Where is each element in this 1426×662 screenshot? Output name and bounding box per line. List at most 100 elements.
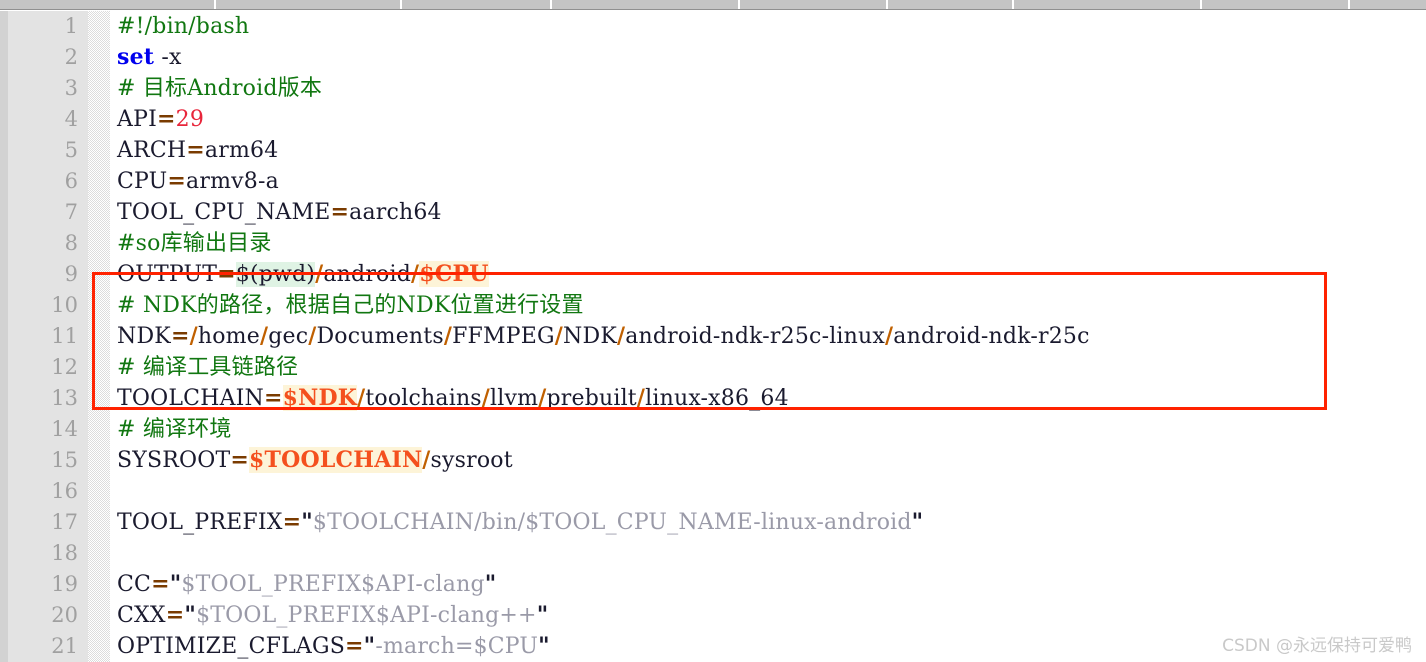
ruler-tick-5 [1012, 0, 1014, 9]
line-number: 13 [51, 386, 78, 410]
code-line-text[interactable]: # 编译环境 [117, 414, 232, 445]
token-id: android [323, 262, 412, 287]
line-number: 18 [51, 541, 78, 565]
code-line[interactable]: 21 OPTIMIZE_CFLAGS="-march=$CPU" [0, 631, 1426, 662]
line-number: 14 [51, 417, 78, 441]
code-line-text[interactable]: set -x [117, 42, 182, 73]
token-comment: # 编译工具链路径 [117, 355, 299, 380]
token-var: $CPU [419, 261, 489, 287]
token-quote: " [169, 571, 182, 597]
line-number: 12 [51, 355, 78, 379]
token-comment: # 编译环境 [117, 417, 232, 442]
token-eq: = [264, 385, 283, 411]
token-id: prebuilt [546, 386, 637, 411]
line-number: 19 [51, 572, 78, 596]
ruler-tick-3 [738, 0, 740, 9]
line-number: 17 [51, 510, 78, 534]
code-line[interactable]: 14 # 编译环境 [0, 414, 1426, 445]
ruler-tick-0 [214, 0, 216, 9]
token-str: $TOOL_PREFIX$API-clang [181, 572, 485, 597]
token-id: CXX [117, 603, 166, 628]
token-slash: / [616, 323, 626, 349]
token-eq: = [345, 633, 364, 659]
line-number: 3 [64, 76, 78, 100]
code-line[interactable]: 6 CPU=armv8-a [0, 166, 1426, 197]
token-eq: = [170, 323, 190, 349]
token-subshell: $(pwd) [235, 262, 316, 287]
code-line[interactable]: 10 # NDK的路径，根据自己的NDK位置进行设置 [0, 290, 1426, 321]
token-comment: #!/bin/bash [117, 14, 250, 39]
token-id: ARCH [117, 138, 187, 163]
token-id: API [117, 107, 157, 132]
code-line-text[interactable]: TOOL_PREFIX="$TOOLCHAIN/bin/$TOOL_CPU_NA… [117, 507, 923, 538]
code-line[interactable]: 2 set -x [0, 42, 1426, 73]
token-id: CPU [117, 169, 168, 194]
token-str: -march=$CPU [375, 634, 539, 659]
code-line-text[interactable]: SYSROOT=$TOOLCHAIN/sysroot [117, 445, 513, 476]
code-line-text[interactable]: API=29 [117, 104, 204, 135]
token-eq: = [230, 447, 250, 473]
token-id: aarch64 [349, 200, 442, 225]
code-line-text[interactable]: ARCH=arm64 [117, 135, 278, 166]
token-str: $TOOLCHAIN/bin/$TOOL_CPU_NAME-linux-andr… [312, 510, 912, 535]
code-line-text[interactable]: NDK=/home/gec/Documents/FFMPEG/NDK/andro… [117, 321, 1090, 352]
code-line-text[interactable]: CXX="$TOOL_PREFIX$API-clang++" [117, 600, 548, 631]
code-line-text[interactable]: # 目标Android版本 [117, 73, 322, 104]
line-number: 20 [51, 603, 78, 627]
token-id: android-ndk-r25c-linux [625, 324, 886, 349]
line-number: 6 [64, 169, 78, 193]
ruler-tick-4 [886, 0, 888, 9]
token-quote: " [911, 509, 924, 535]
token-eq: = [165, 602, 185, 628]
line-number: 2 [64, 45, 78, 69]
token-eq: = [186, 137, 205, 163]
token-id: SYSROOT [117, 448, 231, 473]
code-line[interactable]: 9 OUTPUT=$(pwd)/android/$CPU [0, 259, 1426, 290]
code-line[interactable]: 1 #!/bin/bash [0, 11, 1426, 42]
editor-ruler-bar [0, 0, 1426, 10]
line-number: 1 [64, 14, 78, 38]
token-id: gec [268, 324, 309, 349]
code-line[interactable]: 19 CC="$TOOL_PREFIX$API-clang" [0, 569, 1426, 600]
token-slash: / [189, 323, 198, 349]
token-kw: set [117, 44, 155, 70]
code-editor[interactable]: 1 #!/bin/bash 2 set -x 3 # 目标Android版本 4 API=29… [0, 11, 1426, 662]
token-id: arm64 [204, 138, 279, 163]
line-number: 15 [51, 448, 78, 472]
code-line[interactable]: 7 TOOL_CPU_NAME=aarch64 [0, 197, 1426, 228]
code-line-text[interactable]: TOOLCHAIN=$NDK/toolchains/llvm/prebuilt/… [117, 383, 789, 414]
code-line-text[interactable]: #!/bin/bash [117, 11, 249, 42]
code-line-text[interactable]: CPU=armv8-a [117, 166, 279, 197]
code-line-text[interactable]: # NDK的路径，根据自己的NDK位置进行设置 [117, 290, 584, 321]
token-num: 29 [175, 107, 205, 132]
code-line[interactable]: 11 NDK=/home/gec/Documents/FFMPEG/NDK/and… [0, 321, 1426, 352]
code-line-text[interactable]: TOOL_CPU_NAME=aarch64 [117, 197, 442, 228]
line-number: 7 [64, 200, 78, 224]
token-quote: " [301, 509, 313, 535]
token-slash: / [422, 447, 431, 473]
token-str: $TOOL_PREFIX$API-clang++ [196, 603, 537, 628]
code-line[interactable]: 3 # 目标Android版本 [0, 73, 1426, 104]
code-line[interactable]: 17 TOOL_PREFIX="$TOOLCHAIN/bin/$TOOL_CPU_… [0, 507, 1426, 538]
code-line[interactable]: 8 #so库输出目录 [0, 228, 1426, 259]
code-line[interactable]: 20 CXX="$TOOL_PREFIX$API-clang++" [0, 600, 1426, 631]
code-line[interactable]: 4 API=29 [0, 104, 1426, 135]
code-line-text[interactable]: OUTPUT=$(pwd)/android/$CPU [117, 259, 489, 290]
token-id: sysroot [430, 448, 513, 473]
code-line-text[interactable]: CC="$TOOL_PREFIX$API-clang" [117, 569, 496, 600]
code-line[interactable]: 13 TOOLCHAIN=$NDK/toolchains/llvm/prebuil… [0, 383, 1426, 414]
line-number: 21 [51, 634, 78, 658]
code-line-text[interactable]: # 编译工具链路径 [117, 352, 298, 383]
code-line[interactable]: 5 ARCH=arm64 [0, 135, 1426, 166]
code-line-text[interactable]: #so库输出目录 [117, 228, 272, 259]
token-var: $TOOLCHAIN [249, 447, 423, 473]
token-id: NDK [117, 324, 171, 349]
code-line-text[interactable]: OPTIMIZE_CFLAGS="-march=$CPU" [117, 631, 550, 662]
code-line[interactable]: 15 SYSROOT=$TOOLCHAIN/sysroot [0, 445, 1426, 476]
ruler-tick-6 [1200, 0, 1202, 9]
code-line[interactable]: 12 # 编译工具链路径 [0, 352, 1426, 383]
token-id: OUTPUT [117, 262, 218, 287]
token-id: TOOLCHAIN [117, 386, 265, 411]
code-line[interactable]: 18 [0, 538, 1426, 569]
code-line[interactable]: 16 [0, 476, 1426, 507]
